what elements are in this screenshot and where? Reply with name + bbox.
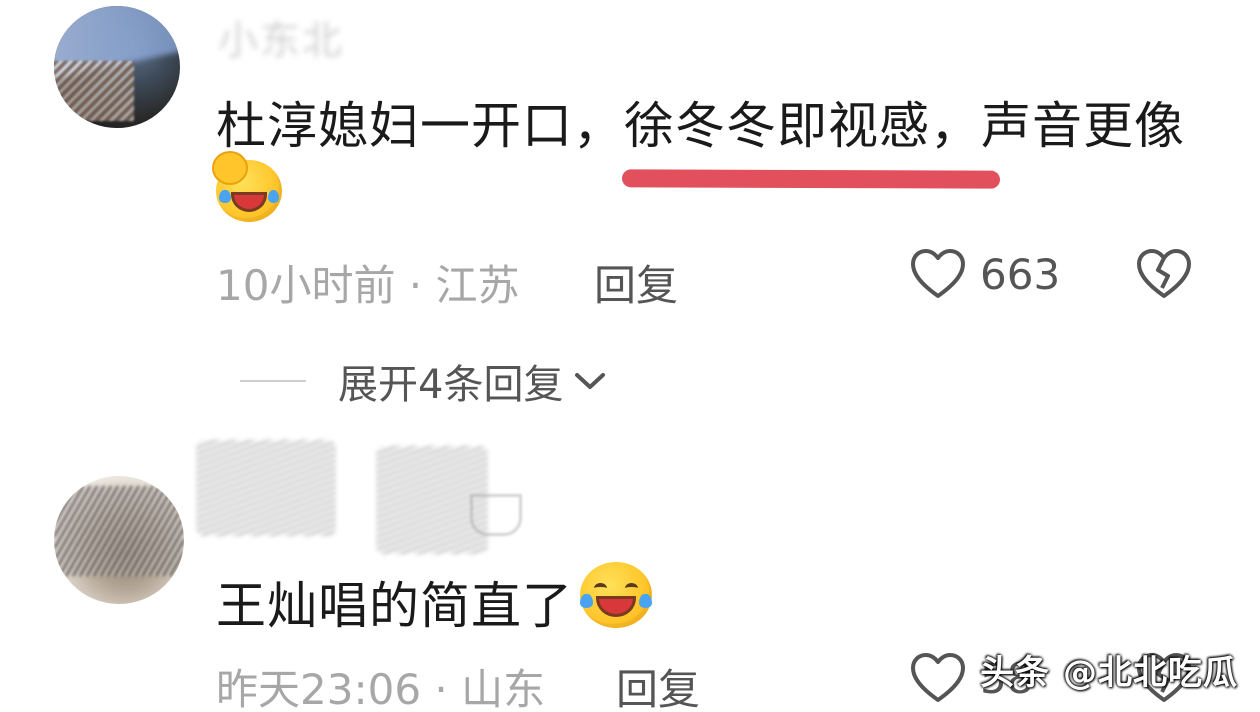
eye-icon <box>594 583 608 594</box>
divider-line <box>240 380 306 382</box>
tear-icon <box>218 189 231 204</box>
comment-text: 杜淳媳妇一开口，徐冬冬即视感，声音更像 <box>216 97 1185 155</box>
broken-heart-icon <box>1136 248 1192 300</box>
avatar[interactable] <box>54 6 180 128</box>
tear-icon <box>580 593 593 609</box>
redacted-username <box>196 440 336 536</box>
expand-replies-button[interactable]: 展开4条回复 <box>240 352 607 410</box>
hand-icon <box>212 151 249 186</box>
laughing-tears-emoji-icon <box>580 562 652 628</box>
heart-icon <box>910 652 966 704</box>
tear-icon <box>267 189 280 204</box>
highlight-underline <box>621 169 1001 189</box>
tear-icon <box>639 593 652 609</box>
username[interactable]: 小东北 <box>218 8 344 66</box>
dislike-button[interactable] <box>1136 248 1192 300</box>
comment-timestamp-location: 昨天23:06 · 山东 <box>216 665 546 712</box>
mouth-icon <box>230 192 268 213</box>
eye-icon <box>624 583 638 594</box>
reply-button[interactable]: 回复 <box>616 656 700 712</box>
heart-icon <box>910 248 966 300</box>
facepalm-crying-emoji-icon <box>212 151 282 222</box>
reply-button[interactable]: 回复 <box>594 252 678 313</box>
comment-list: 小东北 杜淳媳妇一开口，徐冬冬即视感，声音更像 10小时前 · 江苏 回复 66… <box>0 0 1260 712</box>
watermark: 头条 @北北吃瓜 <box>980 653 1238 693</box>
avatar[interactable] <box>54 476 184 604</box>
mouth-icon <box>595 596 637 618</box>
chevron-down-icon <box>573 369 607 393</box>
comment-timestamp-location: 10小时前 · 江苏 <box>216 261 520 310</box>
comment-text: 王灿唱的简直了 <box>216 577 573 635</box>
like-button[interactable]: 663 <box>910 248 1060 300</box>
like-count: 663 <box>980 249 1061 299</box>
cup-icon <box>470 494 522 536</box>
expand-replies-label: 展开4条回复 <box>338 362 564 408</box>
